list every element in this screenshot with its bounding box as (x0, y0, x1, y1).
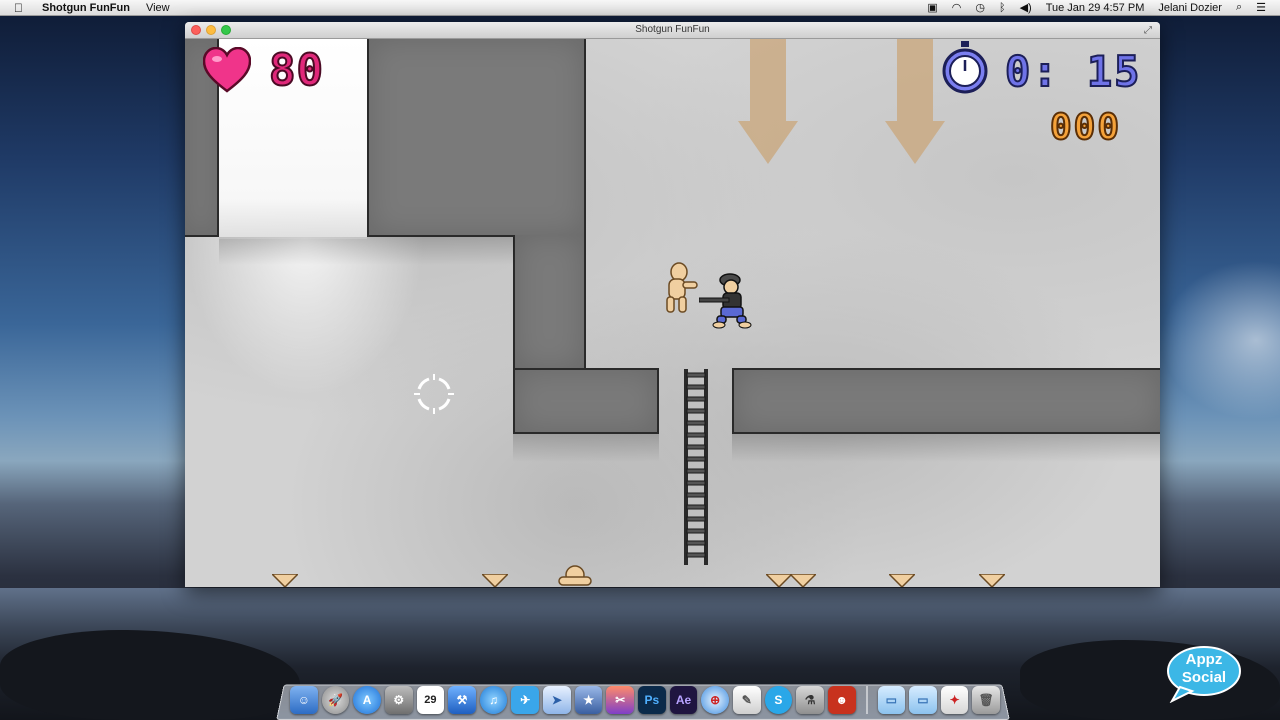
timer-display: 0: 15 (1004, 46, 1142, 97)
bluetooth-icon[interactable]: ᛒ (999, 2, 1006, 14)
spotlight-icon[interactable]: ⌕ (1236, 1, 1242, 14)
game-canvas[interactable]: 80 0: 15 000 (185, 39, 1160, 587)
zoom-button[interactable] (221, 25, 231, 35)
window-controls (191, 25, 231, 35)
after-effects-icon[interactable]: Ae (669, 686, 698, 714)
system-preferences-icon[interactable]: ⚙ (384, 686, 413, 714)
stopwatch-icon (942, 41, 988, 94)
launchpad-icon[interactable]: 🚀 (321, 686, 350, 714)
appz-social-line1: Appz (1185, 651, 1223, 668)
wifi-icon[interactable]: ◠ (952, 1, 962, 14)
ledge-shadow-left (513, 434, 659, 462)
window-titlebar[interactable]: Shotgun FunFun ⤢ (185, 22, 1160, 39)
trash-icon[interactable]: 🗑 (972, 686, 1001, 714)
time-machine-icon[interactable]: ◷ (975, 1, 985, 14)
menu-bar:  Shotgun FunFun View ▣ ◠ ◷ ᛒ ◀) Tue Jan… (0, 0, 1280, 16)
heart-icon (203, 47, 251, 93)
xcode-icon[interactable]: ⚒ (448, 686, 476, 714)
score-counter: 000 (1049, 106, 1122, 149)
skype-icon[interactable]: S (764, 686, 793, 714)
xcode-tools-icon[interactable]: ⚗ (796, 686, 824, 714)
player-sprite (699, 273, 752, 329)
wall-shadow (219, 237, 514, 265)
wall-top-center (367, 39, 586, 237)
enemy-emerging-sprite (558, 565, 592, 586)
ledge-shadow-right (732, 434, 1160, 462)
final-cut-icon[interactable]: ✂ (606, 686, 635, 714)
downloads-icon[interactable]: ✦ (940, 686, 969, 714)
menu-user[interactable]: Jelani Dozier (1158, 2, 1222, 14)
imovie-icon[interactable]: ★ (574, 686, 603, 714)
spawn-marker-icon (482, 574, 508, 587)
calendar-icon[interactable]: 29 (416, 686, 445, 714)
ladder (684, 369, 708, 565)
health-counter: 80 (268, 44, 324, 97)
documents-icon[interactable]: ▭ (909, 686, 937, 714)
wall-ledge-right (732, 368, 1160, 434)
menu-clock[interactable]: Tue Jan 29 4:57 PM (1046, 2, 1145, 14)
wall-column (513, 235, 586, 371)
preview-icon[interactable]: ➤ (543, 686, 571, 714)
spawn-marker-icon (790, 574, 816, 587)
game-app-icon[interactable]: ☻ (827, 686, 856, 714)
fullscreen-icon[interactable]: ⤢ (1144, 23, 1152, 39)
appz-social-text: Appz Social (1166, 651, 1242, 687)
notification-center-icon[interactable]: ☰ (1256, 1, 1266, 14)
enemy-sprite (666, 262, 698, 313)
crosshair-icon (414, 374, 454, 414)
appz-social-line2: Social (1181, 669, 1227, 686)
window-title: Shotgun FunFun (635, 24, 710, 35)
menu-extras: ▣ ◠ ◷ ᛒ ◀) Tue Jan 29 4:57 PM Jelani Doz… (927, 1, 1280, 14)
spawn-marker-icon (979, 574, 1005, 587)
itunes-icon[interactable]: ♫ (479, 686, 508, 714)
down-arrow-icon (885, 39, 945, 164)
wall-ledge-left (513, 368, 659, 434)
volume-icon[interactable]: ◀) (1020, 1, 1032, 14)
minimize-button[interactable] (206, 25, 216, 35)
dock-separator (865, 686, 868, 714)
app-store-icon[interactable]: A (353, 686, 381, 714)
script-editor-icon[interactable]: ✎ (732, 686, 761, 714)
spawn-marker-icon (766, 574, 792, 587)
camera-icon[interactable]: ▣ (927, 1, 937, 14)
folder-icon[interactable]: ▭ (877, 686, 906, 714)
twitter-icon[interactable]: ✈ (511, 686, 540, 714)
desktop-cloud (1160, 260, 1280, 420)
game-window: Shotgun FunFun ⤢ 80 0: 15 000 (185, 22, 1160, 587)
spawn-marker-icon (272, 574, 298, 587)
down-arrow-icon (738, 39, 798, 164)
close-button[interactable] (191, 25, 201, 35)
menu-app-name[interactable]: Shotgun FunFun (42, 2, 130, 14)
spawn-marker-icon (889, 574, 915, 587)
finder-icon[interactable]: ☺ (290, 686, 318, 714)
photoshop-icon[interactable]: Ps (638, 686, 666, 714)
safari-icon[interactable]: ⊕ (701, 686, 729, 714)
apple-menu-icon[interactable]:  (14, 1, 28, 15)
dock-icons: ☺ 🚀 A ⚙ 29 ⚒ ♫ ✈ ➤ ★ ✂ Ps Ae ⊕ ✎ S ⚗ ☻ ▭… (290, 685, 1001, 715)
menu-view[interactable]: View (146, 2, 170, 14)
